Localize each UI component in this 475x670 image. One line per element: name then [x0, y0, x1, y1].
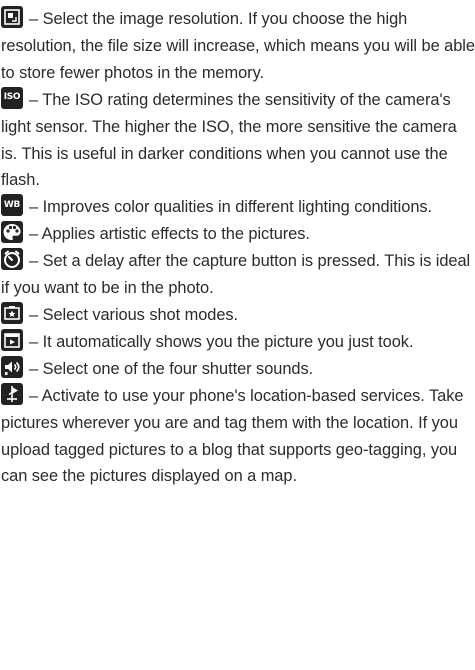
list-item-shutter-sound: – Select one of the four shutter sounds.: [1, 355, 475, 383]
list-item-white-balance: WB – Improves color qualities in differe…: [1, 194, 475, 221]
list-item-geotag: – Activate to use your phone's location-…: [1, 382, 475, 491]
shutter-sound-description: – Select one of the four shutter sounds.: [29, 359, 314, 378]
geotag-description: – Activate to use your phone's location-…: [1, 386, 464, 486]
image-resolution-icon: [1, 6, 23, 28]
color-effect-palette-icon: [1, 221, 23, 244]
iso-icon: ISO: [1, 86, 23, 109]
shutter-sound-icon: [1, 355, 23, 378]
timer-icon: [1, 248, 23, 271]
white-balance-icon: WB: [1, 194, 23, 217]
white-balance-description: – Improves color qualities in different …: [29, 198, 433, 217]
geotag-location-icon: [1, 382, 23, 405]
timer-description: – Set a delay after the capture button i…: [1, 252, 471, 298]
list-item-timer: – Set a delay after the capture button i…: [1, 248, 475, 302]
shot-mode-icon: [1, 301, 23, 324]
list-item-shot-mode: – Select various shot modes.: [1, 301, 475, 329]
list-item-color-effect: – Applies artistic effects to the pictur…: [1, 221, 475, 248]
auto-review-description: – It automatically shows you the picture…: [29, 332, 414, 351]
iso-icon-label: ISO: [3, 92, 21, 103]
camera-settings-list: – Select the image resolution. If you ch…: [0, 0, 475, 670]
list-item-auto-review: – It automatically shows you the picture…: [1, 328, 475, 356]
list-item-iso: ISO – The ISO rating determines the sens…: [1, 86, 475, 195]
white-balance-icon-label: WB: [3, 199, 21, 210]
image-resolution-description: – Select the image resolution. If you ch…: [1, 10, 475, 82]
list-item-image-resolution: – Select the image resolution. If you ch…: [1, 6, 475, 87]
shot-mode-description: – Select various shot modes.: [29, 305, 239, 324]
auto-review-icon: [1, 328, 23, 351]
iso-description: – The ISO rating determines the sensitiv…: [1, 90, 457, 190]
color-effect-description: – Applies artistic effects to the pictur…: [29, 225, 310, 244]
